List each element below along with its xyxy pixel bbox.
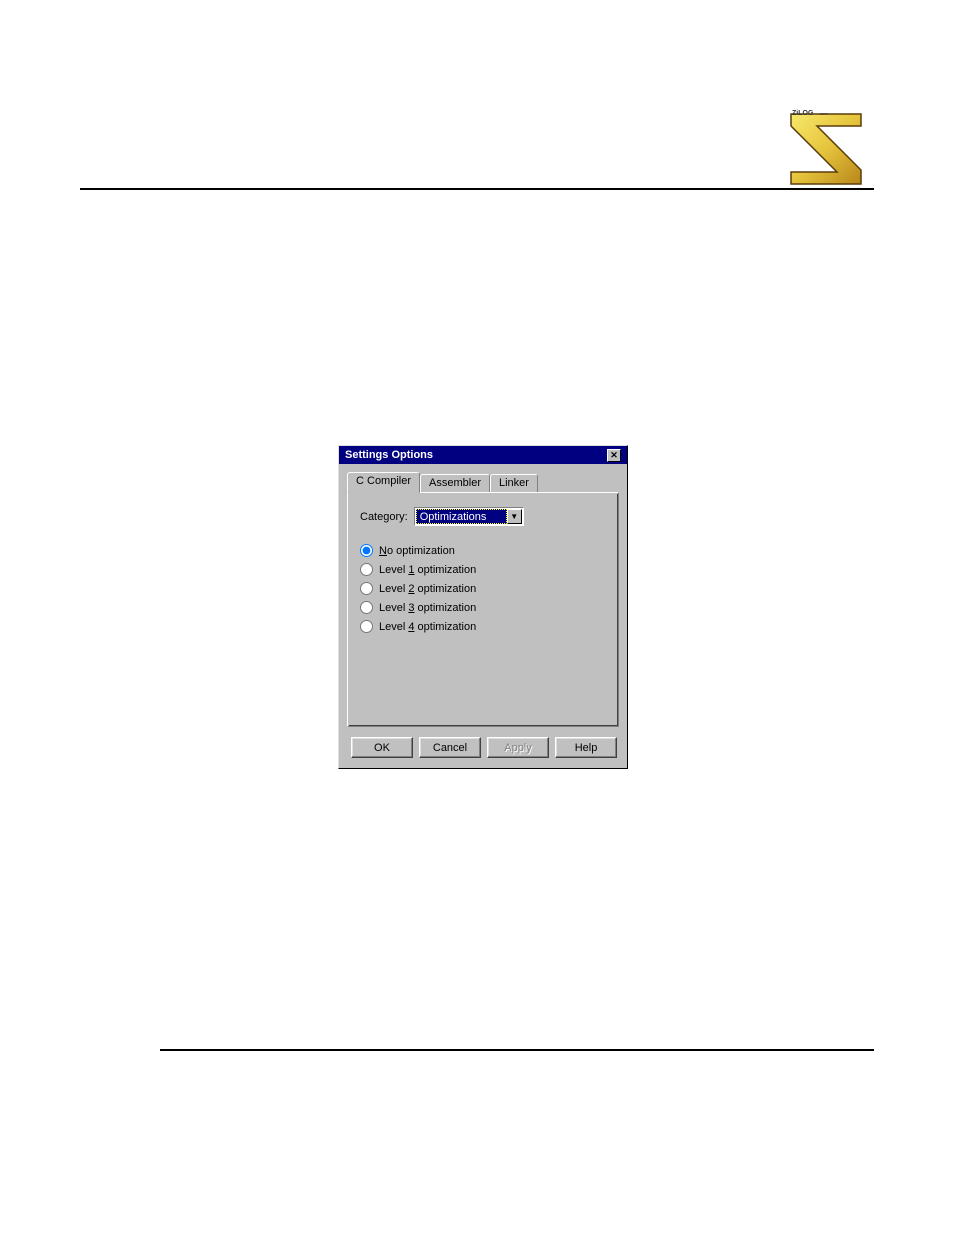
- svg-text:ZiLOG: ZiLOG: [792, 110, 814, 117]
- radio-input-4[interactable]: [360, 620, 373, 633]
- radio-level-4[interactable]: Level 4 optimization: [360, 620, 606, 633]
- chevron-down-icon[interactable]: ▼: [507, 509, 522, 524]
- close-icon[interactable]: ✕: [607, 449, 621, 462]
- radio-label-2: Level 2 optimization: [379, 583, 476, 595]
- radio-level-2[interactable]: Level 2 optimization: [360, 582, 606, 595]
- dialog-title: Settings Options: [345, 449, 433, 461]
- radio-label-1: Level 1 optimization: [379, 564, 476, 576]
- radio-input-0[interactable]: [360, 544, 373, 557]
- tab-c-compiler[interactable]: C Compiler: [347, 472, 420, 493]
- tab-linker[interactable]: Linker: [490, 474, 538, 492]
- zilog-logo: ZiLOG .com: [779, 100, 874, 190]
- svg-text:.com: .com: [819, 111, 828, 116]
- divider-bottom: [160, 1049, 874, 1051]
- help-button[interactable]: Help: [555, 737, 617, 758]
- tab-panel: Category: Optimizations ▼ No optimizatio…: [347, 492, 619, 727]
- button-row: OK Cancel Apply Help: [347, 737, 619, 758]
- radio-label-4: Level 4 optimization: [379, 621, 476, 633]
- titlebar: Settings Options ✕: [339, 446, 627, 464]
- radio-level-3[interactable]: Level 3 optimization: [360, 601, 606, 614]
- category-select[interactable]: Optimizations ▼: [414, 507, 524, 526]
- radio-input-3[interactable]: [360, 601, 373, 614]
- radio-no-optimization[interactable]: No optimization: [360, 544, 606, 557]
- tab-assembler[interactable]: Assembler: [420, 474, 490, 492]
- radio-input-1[interactable]: [360, 563, 373, 576]
- radio-label-0: No optimization: [379, 545, 455, 557]
- ok-button[interactable]: OK: [351, 737, 413, 758]
- apply-button[interactable]: Apply: [487, 737, 549, 758]
- category-label: Category:: [360, 511, 408, 523]
- radio-input-2[interactable]: [360, 582, 373, 595]
- divider-top: [80, 188, 874, 190]
- settings-options-dialog: Settings Options ✕ C Compiler Assembler …: [338, 445, 628, 769]
- radio-label-3: Level 3 optimization: [379, 602, 476, 614]
- cancel-button[interactable]: Cancel: [419, 737, 481, 758]
- category-value: Optimizations: [416, 509, 507, 524]
- tab-row: C Compiler Assembler Linker: [347, 472, 619, 492]
- radio-level-1[interactable]: Level 1 optimization: [360, 563, 606, 576]
